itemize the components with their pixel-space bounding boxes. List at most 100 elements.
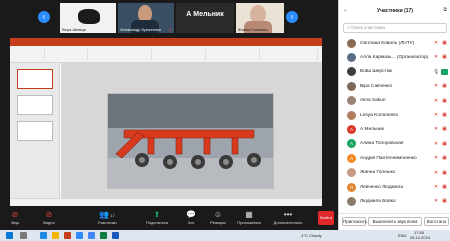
video-button[interactable]: ⊘ Видео xyxy=(40,210,58,228)
participants-count: 17 xyxy=(110,213,115,218)
video-tile[interactable]: Жанна Голешко xyxy=(236,3,284,33)
machine-photo xyxy=(108,94,273,188)
mic-muted-icon: ✕ xyxy=(433,54,439,61)
participant-row[interactable]: Вова Шерстюк 🎙 xyxy=(339,65,450,79)
tile-name: Олександр Христенко xyxy=(120,27,161,32)
popout-icon[interactable]: ⧉ xyxy=(443,7,447,13)
windows-taskbar: -1°C Cloudy ENG 17:55 05.12.2024 xyxy=(0,230,450,241)
current-slide xyxy=(107,93,274,189)
mic-muted-icon: ✕ xyxy=(433,97,439,104)
participant-row[interactable]: А Андрій Пантелеймоненко ✕ ▣ xyxy=(339,151,450,165)
folder-icon[interactable] xyxy=(52,232,59,239)
clock-date[interactable]: 05.12.2024 xyxy=(410,235,430,240)
participants-button[interactable]: 👥17 Участники xyxy=(92,210,122,228)
video-label: Видео xyxy=(43,220,55,225)
participant-name: Alina Sakun xyxy=(360,98,386,104)
participant-row[interactable]: Л Левченко Людмила ✕ ▣ xyxy=(339,180,450,194)
participant-name: Левченко Людмила xyxy=(360,184,404,190)
prev-page-icon[interactable]: ‹ xyxy=(38,11,50,23)
apps-button[interactable]: ▦ Приложения xyxy=(234,210,264,228)
participant-name: Алина Топоровская xyxy=(360,141,404,147)
mic-muted-icon: ✕ xyxy=(433,126,439,133)
mic-muted-icon: ✕ xyxy=(433,155,439,162)
next-page-icon[interactable]: › xyxy=(286,11,298,23)
tile-name-large: А Мельник xyxy=(186,11,224,18)
mute-all-button[interactable]: Выключить звук всем xyxy=(368,217,422,226)
participant-name: Світлана Коваль (ЛНТУ) xyxy=(360,40,415,46)
participant-row[interactable]: Світлана Коваль (ЛНТУ) ✕ ▣ xyxy=(339,36,450,50)
search-icon[interactable] xyxy=(20,232,27,239)
chat-button[interactable]: 💬 Чат xyxy=(182,210,200,228)
share-label: Поделиться xyxy=(145,220,169,225)
windows-start-icon[interactable] xyxy=(6,232,13,239)
audio-button[interactable]: ⊘ Звук xyxy=(6,210,24,228)
participant-row[interactable]: Людмила Бойко ✕ ▣ xyxy=(339,194,450,208)
participant-status: ✕ ▣ xyxy=(433,184,448,190)
camera-off-icon: ▣ xyxy=(442,169,447,176)
participant-status: ✕ ▣ xyxy=(433,98,448,104)
tile-name: Вера Шевчук xyxy=(62,27,87,32)
excel-icon[interactable] xyxy=(100,232,107,239)
participant-row[interactable]: Alina Sakun ✕ ▣ xyxy=(339,94,450,108)
more-label: Дополнительно xyxy=(273,220,303,225)
participant-name: Віра Савченко xyxy=(360,83,393,89)
camera-off-icon: ▣ xyxy=(442,140,447,147)
participant-row[interactable]: Алла Кармазь... (Организатор) ✕ ▣ xyxy=(339,50,450,64)
camera-off-icon: ▣ xyxy=(442,183,447,190)
zoom-icon[interactable] xyxy=(76,232,83,239)
word-icon[interactable] xyxy=(112,232,119,239)
search-placeholder: Поиск участника xyxy=(350,25,386,30)
reactions-icon: ☺ xyxy=(213,210,223,219)
participant-status: ✕ ▣ xyxy=(433,54,448,60)
invite-button[interactable]: Пригласить xyxy=(342,217,367,226)
participant-row[interactable]: Lesya Kononenko ✕ ▣ xyxy=(339,108,450,122)
avatar: Л xyxy=(347,182,356,192)
more-button[interactable]: ••• Дополнительно xyxy=(268,210,308,228)
participant-name: Андрій Пантелеймоненко xyxy=(360,155,417,161)
reactions-button[interactable]: ☺ Реакции xyxy=(206,210,230,228)
meeting-toolbar: ⊘ Звук ⊘ Видео 👥17 Участники ⬆ Поделитьс… xyxy=(0,208,338,230)
edge-icon[interactable] xyxy=(40,232,47,239)
participant-row[interactable]: Віра Савченко ✕ ▣ xyxy=(339,79,450,93)
avatar xyxy=(347,67,356,77)
video-tile[interactable]: А Мельник xyxy=(176,3,234,33)
camera-on-icon xyxy=(441,68,448,75)
mic-muted-icon: ✕ xyxy=(433,169,439,176)
camera-off-icon: ▣ xyxy=(442,83,447,90)
language-indicator[interactable]: ENG xyxy=(398,233,407,238)
participant-name: А Мельник xyxy=(360,127,384,133)
video-tile[interactable]: Вера Шевчук xyxy=(60,3,116,33)
participants-icon: 👥17 xyxy=(99,210,115,219)
participant-name: Lesya Kononenko xyxy=(360,112,399,118)
share-screen-icon: ⬆ xyxy=(153,210,161,219)
chat-label: Чат xyxy=(187,220,195,225)
restore-button[interactable]: Восстано xyxy=(424,217,449,226)
ribbon-toolbar xyxy=(10,46,322,63)
apps-label: Приложения xyxy=(237,220,261,225)
chrome-icon[interactable] xyxy=(88,232,95,239)
avatar xyxy=(347,38,356,48)
end-meeting-button[interactable]: Выйти xyxy=(318,211,334,225)
camera-off-icon: ▣ xyxy=(442,40,447,46)
participant-status: ✕ ▣ xyxy=(433,155,448,161)
participant-name: Вова Шерстюк xyxy=(360,69,393,75)
share-button[interactable]: ⬆ Поделиться xyxy=(142,210,172,228)
reactions-label: Реакции xyxy=(210,220,226,225)
participant-row[interactable]: Жанна Голешко ✕ ▣ xyxy=(339,166,450,180)
camera-off-icon: ▣ xyxy=(442,111,447,118)
participant-row[interactable]: А Алина Топоровская ✕ ▣ xyxy=(339,137,450,151)
camera-off-icon: ▣ xyxy=(442,198,447,205)
more-icon: ••• xyxy=(283,210,293,219)
participant-name: Алла Кармазь... (Организатор) xyxy=(360,55,428,61)
mic-muted-icon: ✕ xyxy=(433,183,439,190)
participant-list: Світлана Коваль (ЛНТУ) ✕ ▣ Алла Кармазь... … xyxy=(339,36,450,209)
avatar xyxy=(347,110,356,120)
participant-row[interactable]: А А Мельник ✕ ▣ xyxy=(339,122,450,136)
weather-widget[interactable]: -1°C Cloudy xyxy=(300,233,322,238)
avatar xyxy=(347,96,356,106)
collapse-icon[interactable]: ⌄ xyxy=(343,7,347,13)
slide-thumbnails xyxy=(10,63,60,198)
participant-search-input[interactable]: ⌕ Поиск участника xyxy=(343,23,447,33)
powerpoint-icon[interactable] xyxy=(64,232,71,239)
video-tile[interactable]: Олександр Христенко ✕ xyxy=(118,3,174,33)
